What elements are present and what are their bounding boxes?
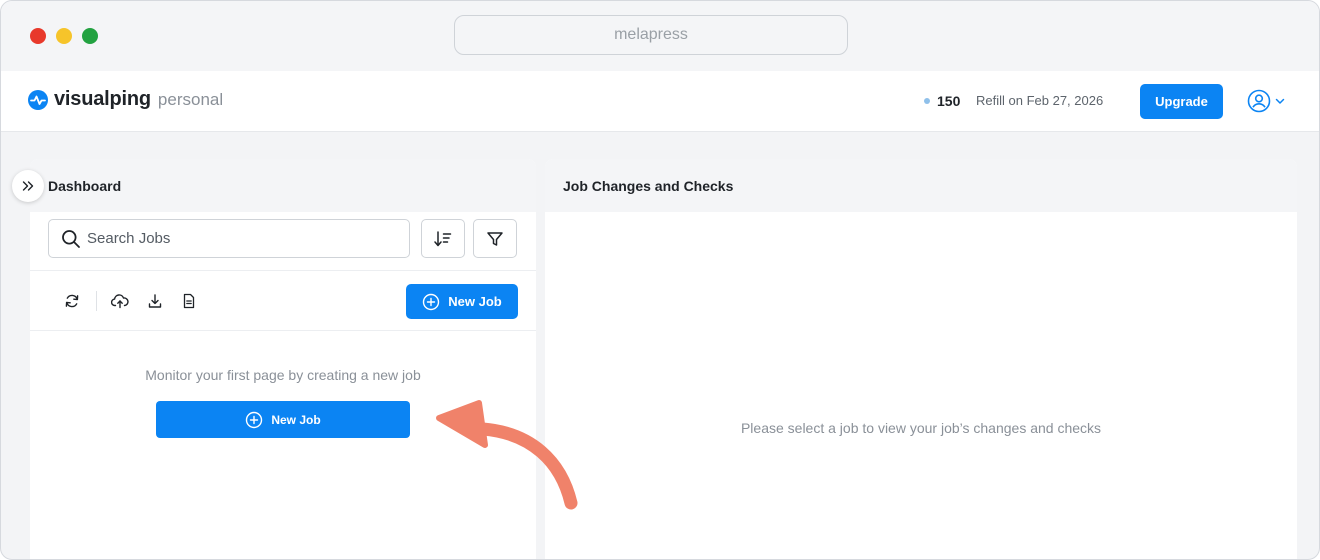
dashboard-header: Dashboard — [30, 159, 536, 212]
search-input[interactable] — [87, 230, 387, 247]
new-job-button[interactable]: New Job — [406, 284, 518, 319]
maximize-window-button[interactable] — [82, 28, 98, 44]
user-circle-icon — [1247, 89, 1271, 113]
search-field[interactable] — [48, 219, 410, 258]
job-changes-header: Job Changes and Checks — [545, 159, 1297, 212]
app-header: visualping personal 150 Refill on Feb 27… — [1, 71, 1319, 132]
search-icon — [62, 229, 80, 248]
address-bar-text: melapress — [614, 26, 688, 43]
no-job-selected-message: Please select a job to view your job’s c… — [740, 420, 1102, 436]
plus-circle-icon — [246, 411, 263, 428]
plus-circle-icon — [423, 293, 440, 310]
upgrade-button[interactable]: Upgrade — [1140, 84, 1223, 119]
chevrons-right-icon — [22, 181, 34, 191]
sidebar-toggle-button[interactable] — [12, 170, 44, 202]
sort-button[interactable] — [421, 219, 465, 258]
credit-count: 150 — [937, 93, 961, 109]
report-button[interactable] — [179, 291, 199, 311]
close-window-button[interactable] — [30, 28, 46, 44]
dashboard-title: Dashboard — [48, 177, 122, 194]
minimize-window-button[interactable] — [56, 28, 72, 44]
empty-new-job-label: New Job — [271, 412, 321, 427]
browser-window: melapress visualping personal 150 Refill… — [0, 0, 1320, 560]
job-changes-title: Job Changes and Checks — [563, 177, 734, 194]
export-button[interactable] — [145, 291, 165, 311]
credit-balance: 150 — [924, 93, 960, 109]
toolbar-divider — [96, 291, 97, 311]
empty-new-job-button[interactable]: New Job — [156, 401, 410, 438]
pulse-logo-icon — [28, 89, 48, 110]
new-job-label: New Job — [448, 294, 502, 309]
job-changes-panel: Job Changes and Checks Please select a j… — [545, 159, 1297, 559]
sort-icon — [434, 230, 452, 246]
import-button[interactable] — [110, 291, 130, 311]
empty-jobs-message: Monitor your first page by creating a ne… — [145, 367, 421, 383]
refill-date: Refill on Feb 27, 2026 — [976, 93, 1104, 108]
filter-icon — [487, 231, 503, 246]
chevron-down-icon — [1275, 98, 1285, 104]
title-bar: melapress — [1, 1, 1319, 71]
filter-button[interactable] — [473, 219, 517, 258]
download-icon — [148, 294, 162, 308]
search-row — [30, 212, 536, 271]
address-bar[interactable]: melapress — [454, 15, 848, 55]
cloud-upload-icon — [111, 294, 129, 309]
credit-dot-icon — [924, 98, 930, 104]
document-icon — [183, 293, 195, 309]
refresh-icon — [65, 294, 79, 308]
refresh-button[interactable] — [62, 291, 82, 311]
brand-name: visualping — [54, 88, 151, 110]
job-toolbar: New Job — [30, 271, 536, 331]
account-menu[interactable] — [1247, 89, 1286, 113]
brand-logo-link[interactable]: visualping personal — [28, 88, 223, 111]
annotation-arrow-icon — [436, 400, 578, 510]
plan-label: personal — [157, 89, 224, 109]
